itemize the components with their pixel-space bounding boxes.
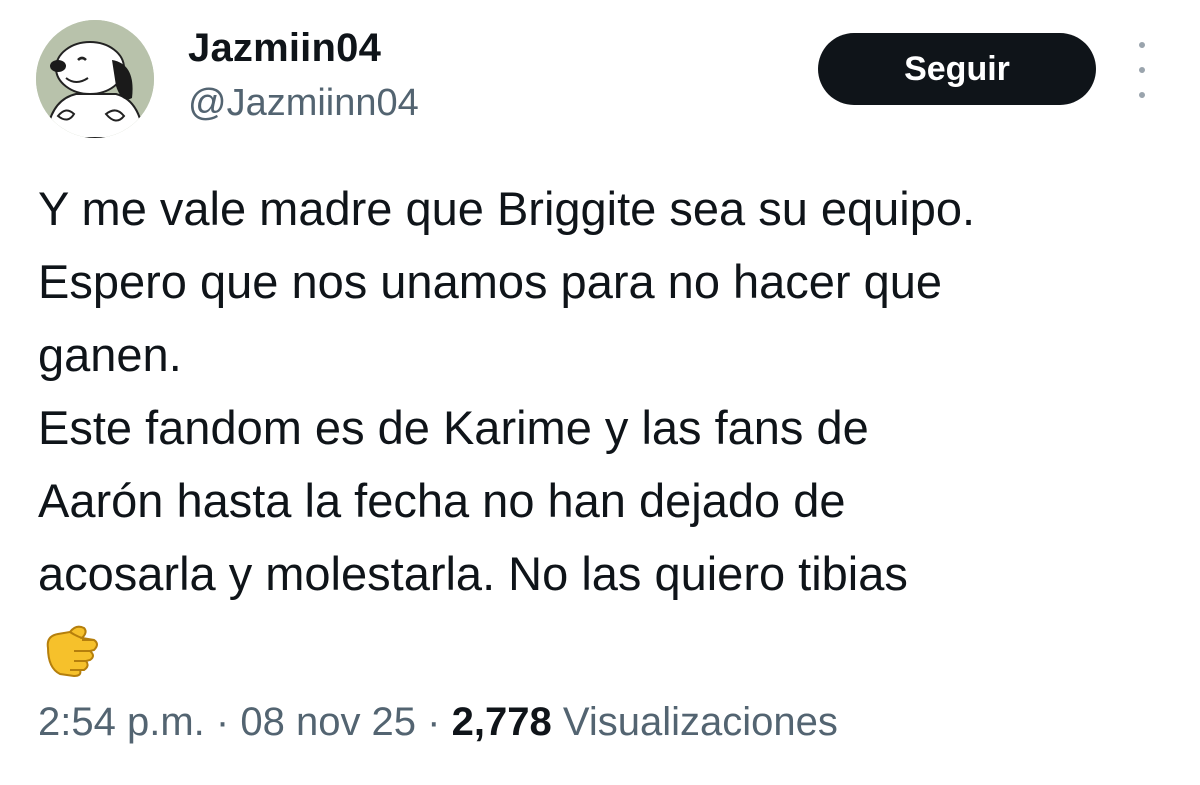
more-dot: [1139, 67, 1145, 73]
tweet-text-line: ganen.: [38, 328, 182, 381]
meta-separator: ·: [215, 700, 230, 744]
follow-button[interactable]: Seguir: [818, 33, 1096, 105]
tweet-text-line: acosarla y molestarla. No las quiero tib…: [38, 547, 908, 600]
user-handle[interactable]: @Jazmiinn04: [188, 82, 419, 125]
views-label: Visualizaciones: [562, 700, 838, 744]
tweet-card: Jazmiin04 @Jazmiinn04 Seguir Y me vale m…: [0, 0, 1200, 785]
tweet-text-line: Espero que nos unamos para no hacer que: [38, 255, 943, 308]
tweet-date[interactable]: 08 nov 25: [240, 700, 416, 744]
more-options-icon[interactable]: [1130, 42, 1154, 98]
meta-separator: ·: [427, 700, 441, 744]
more-dot: [1139, 92, 1145, 98]
tweet-meta: 2:54 p.m. · 08 nov 25 · 2,778 Visualizac…: [38, 700, 838, 745]
views-count: 2,778: [451, 700, 552, 744]
tweet-text-line: Aarón hasta la fecha no han dejado de: [38, 474, 846, 527]
pointing-hand-emoji-icon: [40, 618, 102, 680]
tweet-text-line: Y me vale madre que Briggite sea su equi…: [38, 182, 976, 235]
more-dot: [1139, 42, 1145, 48]
tweet-text: Y me vale madre que Briggite sea su equi…: [38, 172, 1178, 610]
tweet-text-line: Este fandom es de Karime y las fans de: [38, 401, 869, 454]
tweet-time[interactable]: 2:54 p.m.: [38, 700, 205, 744]
snoopy-avatar-icon: [36, 20, 154, 138]
user-avatar[interactable]: [36, 20, 154, 138]
user-display-name[interactable]: Jazmiin04: [188, 26, 381, 71]
